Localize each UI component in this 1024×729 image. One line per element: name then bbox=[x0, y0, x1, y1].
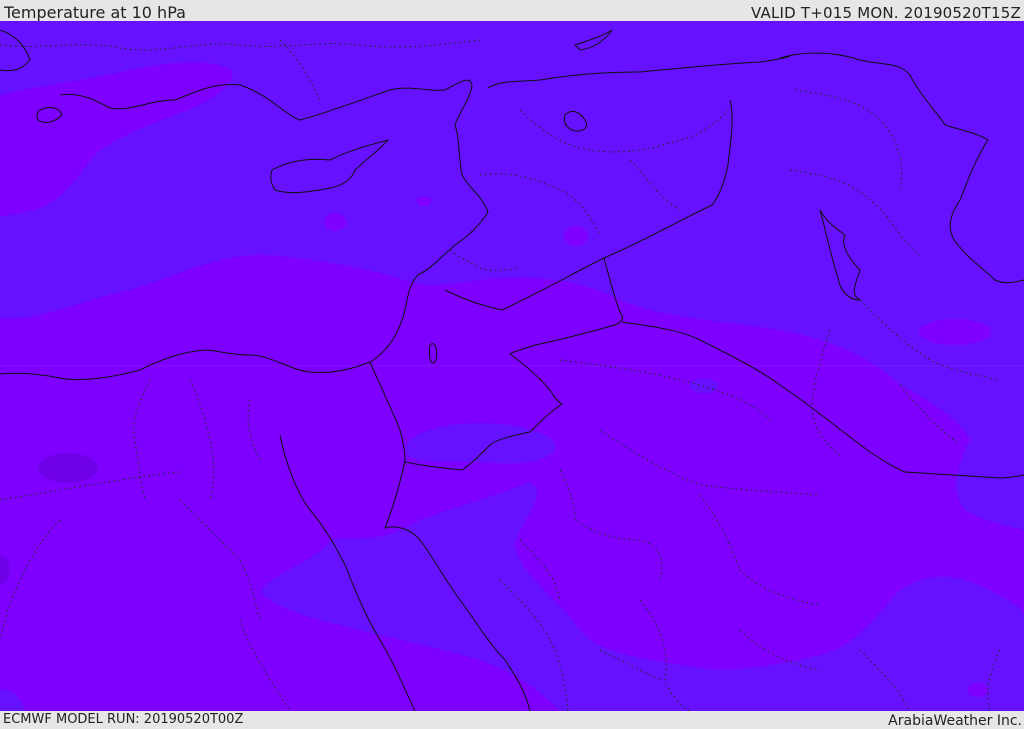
map-title: Temperature at 10 hPa bbox=[4, 3, 186, 22]
model-run-label: ECMWF MODEL RUN: 20190520T00Z bbox=[3, 712, 244, 727]
warm-patch-4 bbox=[919, 319, 991, 345]
warmer-patch-west bbox=[38, 453, 98, 483]
header-bar: Temperature at 10 hPa VALID T+015 MON. 2… bbox=[0, 0, 1024, 21]
credit-label: ArabiaWeather Inc. bbox=[888, 713, 1022, 729]
footer-bar: ECMWF MODEL RUN: 20190520T00Z ArabiaWeat… bbox=[0, 711, 1024, 729]
valid-time-label: VALID T+015 MON. 20190520T15Z bbox=[751, 4, 1021, 22]
warm-patch-2 bbox=[417, 196, 431, 206]
warm-patch-5 bbox=[968, 683, 988, 697]
warm-patch-1 bbox=[324, 213, 346, 231]
weather-map[interactable] bbox=[0, 21, 1024, 711]
warm-patch-3 bbox=[564, 226, 588, 246]
map-canvas bbox=[0, 21, 1024, 711]
